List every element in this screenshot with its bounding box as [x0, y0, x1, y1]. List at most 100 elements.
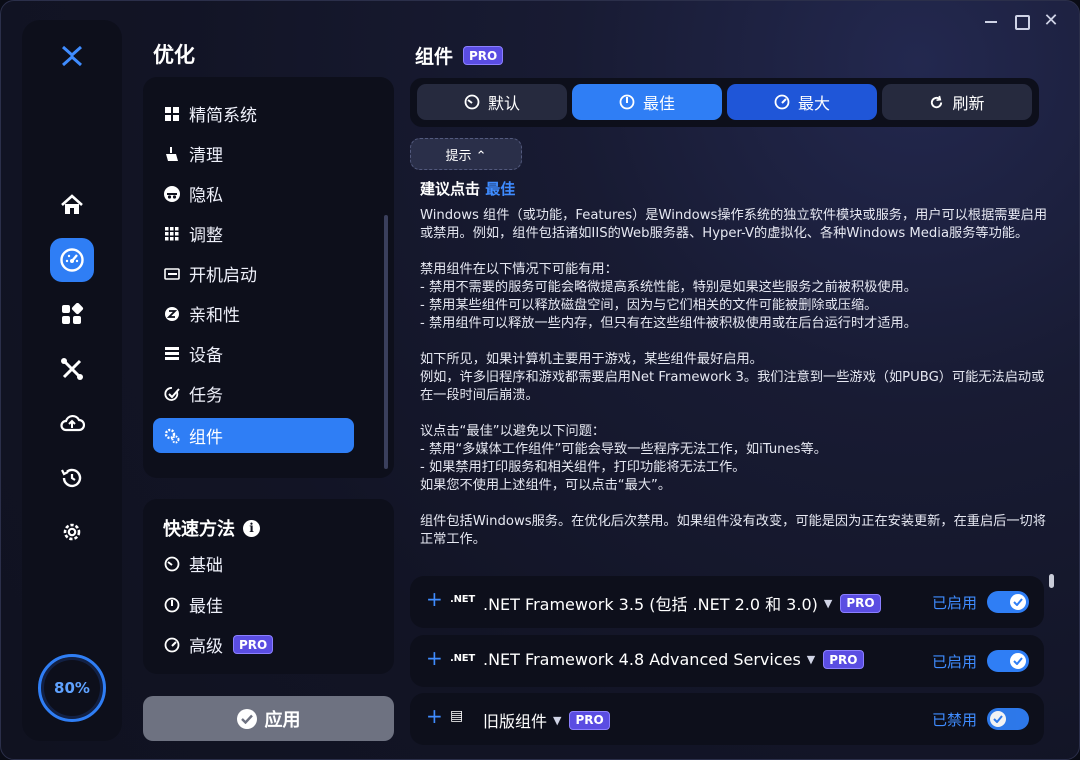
expand-plus-icon[interactable]: +: [426, 706, 443, 726]
sidebar-scrollbar[interactable]: [384, 215, 388, 469]
sidebar-item-label: 亲和性: [189, 306, 240, 326]
close-button[interactable]: ✕: [1039, 9, 1063, 33]
pro-badge: PRO: [840, 593, 881, 613]
preset-default-label: 默认: [487, 94, 520, 113]
broom-icon: [163, 145, 181, 163]
sidebar-item-tasks[interactable]: 任务: [153, 376, 354, 411]
gauge-mid-icon: [619, 94, 635, 110]
gauge-high-icon: [774, 94, 790, 110]
history-icon[interactable]: [50, 456, 94, 500]
component-toggle[interactable]: [987, 708, 1029, 730]
refresh-label: 刷新: [952, 94, 985, 113]
preset-max-button[interactable]: 最大: [727, 84, 877, 120]
preset-best-label: 最佳: [642, 94, 675, 113]
sidebar-item-label: 调整: [189, 226, 223, 246]
status-label: 已启用: [932, 653, 978, 671]
sidebar-item-label: 清理: [189, 146, 223, 166]
component-name-text: 旧版组件: [483, 712, 548, 731]
pro-badge: PRO: [233, 635, 274, 654]
sidebar-item-label: 精简系统: [189, 106, 257, 126]
home-icon[interactable]: [50, 183, 94, 227]
chevron-down-icon[interactable]: ▼: [824, 597, 832, 610]
tips-toggle-button[interactable]: 提示 ⌃: [410, 138, 522, 170]
apps-icon[interactable]: [50, 293, 94, 337]
component-toggle[interactable]: [987, 591, 1029, 613]
component-name-text: .NET Framework 3.5 (包括 .NET 2.0 和 3.0): [483, 595, 818, 614]
sidebar-menu: 精简系统 清理 隐私 调整 开机启动 亲和性 设备 任务 组件: [143, 77, 394, 478]
suggestion-highlight: 最佳: [485, 180, 516, 198]
chip-icon: [163, 305, 181, 323]
cloud-upload-icon[interactable]: [50, 401, 94, 445]
sidebar-item-clean[interactable]: 清理: [153, 136, 354, 171]
sidebar-item-label: 开机启动: [189, 266, 257, 286]
apply-button[interactable]: 应用: [143, 696, 394, 741]
task-icon: [163, 385, 181, 403]
check-icon: [1010, 594, 1026, 610]
preset-default-button[interactable]: 默认: [417, 84, 567, 120]
component-name: .NET Framework 4.8 Advanced Services ▼ P…: [483, 650, 864, 669]
sidebar-item-lite-system[interactable]: 精简系统: [153, 96, 354, 131]
expand-plus-icon[interactable]: +: [426, 648, 443, 668]
preset-best-button[interactable]: 最佳: [572, 84, 722, 120]
sidebar-item-label: 设备: [189, 346, 223, 366]
suggestion-line: 建议点击 最佳: [420, 178, 515, 199]
quick-methods-card: 快速方法 i 基础 最佳 高级 PRO: [143, 499, 394, 674]
incognito-icon: [163, 185, 181, 203]
component-toggle[interactable]: [987, 650, 1029, 672]
info-icon[interactable]: i: [243, 519, 260, 537]
sidebar-item-label: 组件: [189, 428, 223, 448]
pro-badge: PRO: [463, 46, 504, 65]
expand-plus-icon[interactable]: +: [426, 589, 443, 609]
quick-item-advanced[interactable]: 高级 PRO: [163, 632, 274, 657]
refresh-button[interactable]: 刷新: [882, 84, 1032, 120]
description-text: Windows 组件（或功能，Features）是Windows操作系统的独立软…: [420, 208, 1048, 547]
quick-item-best[interactable]: 最佳: [163, 592, 223, 617]
quick-item-label: 基础: [189, 556, 223, 576]
chevron-down-icon[interactable]: ▼: [553, 714, 561, 727]
dotnet-icon: .NET: [450, 594, 476, 605]
apply-button-label: 应用: [264, 709, 301, 731]
gauge-low-icon: [163, 555, 181, 573]
maximize-button[interactable]: [1009, 9, 1033, 33]
sidebar-item-privacy[interactable]: 隐私: [153, 176, 354, 211]
grid-icon: [163, 225, 181, 243]
quick-methods-title: 快速方法 i: [163, 515, 260, 541]
app-logo-icon: [22, 38, 122, 74]
dotnet-icon: .NET: [450, 653, 476, 664]
preset-segmented-control: 默认 最佳 最大 刷新: [410, 78, 1039, 127]
component-name-text: .NET Framework 4.8 Advanced Services: [483, 650, 801, 669]
quick-item-basic[interactable]: 基础: [163, 551, 223, 576]
main-scrollbar[interactable]: [1049, 574, 1054, 588]
gauge-low-icon: [464, 94, 480, 110]
sidebar-item-label: 任务: [189, 386, 223, 406]
status-label: 已启用: [932, 594, 978, 612]
sidebar-item-label: 隐私: [189, 186, 223, 206]
gauge-mid-icon: [163, 596, 181, 614]
gauge-high-icon: [163, 636, 181, 654]
chevron-down-icon[interactable]: ▼: [807, 653, 815, 666]
preset-max-label: 最大: [797, 94, 830, 113]
quick-item-label: 最佳: [189, 597, 223, 617]
component-row[interactable]: + ▤ 旧版组件 ▼ PRO 已禁用: [410, 693, 1044, 745]
sidebar-item-devices[interactable]: 设备: [153, 336, 354, 371]
component-name: .NET Framework 3.5 (包括 .NET 2.0 和 3.0) ▼…: [483, 591, 881, 615]
sidebar-item-components[interactable]: 组件: [153, 418, 354, 453]
suggestion-prefix: 建议点击: [420, 180, 481, 198]
speedometer-icon[interactable]: [50, 238, 94, 282]
status-label: 已禁用: [932, 711, 978, 729]
refresh-icon: [929, 95, 944, 110]
tools-icon[interactable]: [50, 347, 94, 391]
sidebar-item-affinity[interactable]: 亲和性: [153, 296, 354, 331]
nav-rail: 80%: [22, 20, 122, 741]
component-row[interactable]: + .NET .NET Framework 4.8 Advanced Servi…: [410, 635, 1044, 687]
pro-badge: PRO: [823, 650, 864, 669]
component-name: 旧版组件 ▼ PRO: [483, 708, 610, 732]
sidebar-item-tweaks[interactable]: 调整: [153, 216, 354, 251]
app-window: ✕ 80% 优化 精简系统 清理 隐私 调整 开机启动 亲和性 设备 任务 组件…: [0, 0, 1080, 760]
check-icon: [1010, 653, 1026, 669]
minimize-button[interactable]: [979, 9, 1003, 33]
component-row[interactable]: + .NET .NET Framework 3.5 (包括 .NET 2.0 和…: [410, 576, 1044, 628]
startup-icon: [163, 265, 181, 283]
settings-gear-icon[interactable]: [50, 510, 94, 554]
sidebar-item-startup[interactable]: 开机启动: [153, 256, 354, 291]
